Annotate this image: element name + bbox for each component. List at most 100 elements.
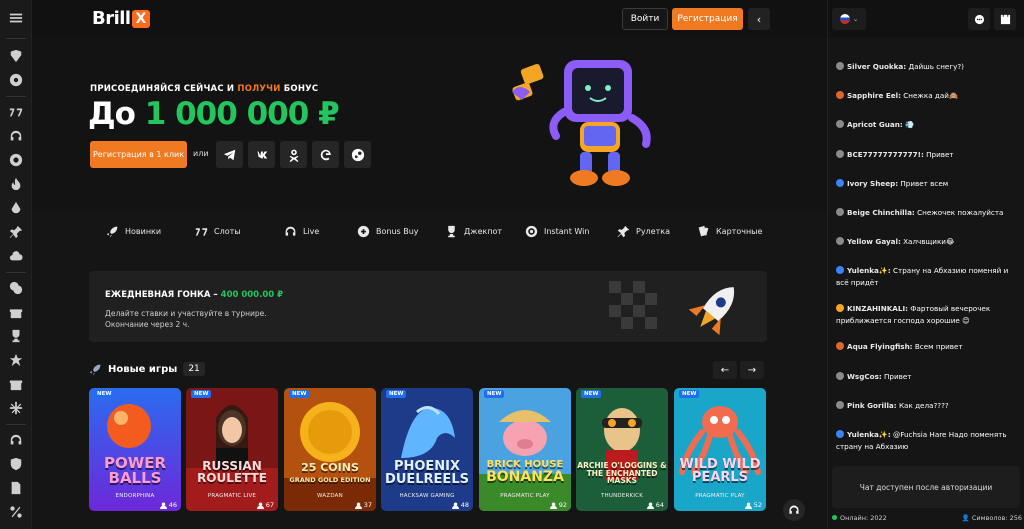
chevron-down-icon: ⌄ (852, 15, 859, 23)
chat-message: Yellow Gayal: Халчвщики😂 (836, 236, 1020, 248)
race-description: Делайте ставки и участвуйте в турнире. (105, 309, 267, 318)
game-card[interactable]: NEW 25 COINS GRAND GOLD EDITION WAZDAN 37 (284, 388, 376, 511)
chat-message: ВСЕ77777777777!: Привет (836, 149, 1020, 161)
russia-flag-icon (839, 14, 850, 24)
chat-message: Ivory Sheep: Привет всем (836, 178, 1020, 190)
race-ends: Окончание через 2 ч. (105, 320, 190, 329)
user-icon (256, 501, 264, 509)
avatar (836, 430, 844, 438)
category-bonus-buy[interactable]: Bonus Buy (357, 225, 419, 238)
headset-icon[interactable] (8, 128, 24, 144)
pin-icon[interactable] (8, 224, 24, 240)
avatar (836, 266, 844, 274)
google-icon[interactable] (312, 141, 339, 168)
chat-bubble-icon[interactable] (968, 8, 990, 30)
category-bar: Новинки Слоты Live Bonus Buy Джекпот Ins… (32, 212, 827, 252)
players-count: 64 (646, 501, 664, 509)
chat-auth-notice: Чат доступен после авторизации (832, 466, 1020, 508)
chat-message: Pink Gorilla: Как дела???? (836, 400, 1020, 412)
players-count: 46 (159, 501, 177, 509)
menu-icon[interactable] (8, 10, 24, 26)
trophy-icon (448, 225, 455, 238)
brand-logo[interactable]: Brill X (92, 8, 150, 29)
avatar (836, 150, 844, 158)
support-chat-button[interactable] (783, 499, 805, 521)
telegram-icon[interactable] (216, 141, 243, 168)
gift-icon[interactable] (8, 304, 24, 320)
user-icon (451, 501, 459, 509)
game-card[interactable]: NEW RUSSIAN ROULETTE PRAGMATIC LIVE 67 (186, 388, 278, 511)
coins-icon[interactable] (8, 280, 24, 296)
present-icon[interactable] (8, 376, 24, 392)
bonus-icon (357, 225, 370, 238)
category-new[interactable]: Новинки (106, 225, 161, 238)
vk-icon[interactable] (248, 141, 275, 168)
user-icon (744, 501, 752, 509)
user-icon (159, 501, 167, 509)
steam-icon[interactable] (344, 141, 371, 168)
or-label: или (193, 149, 209, 158)
avatar (836, 372, 844, 380)
carousel-next-button[interactable]: → (740, 361, 764, 379)
game-card[interactable]: NEW PHOENIX DUELREELS HACKSAW GAMING 48 (381, 388, 473, 511)
support-icon[interactable] (8, 432, 24, 448)
rocket-icon (89, 364, 101, 375)
trophy-icon[interactable] (8, 328, 24, 344)
shield-icon[interactable] (8, 456, 24, 472)
players-count: 48 (451, 501, 469, 509)
logo-text: Brill (92, 8, 131, 29)
avatar (836, 91, 844, 99)
players-count: 67 (256, 501, 274, 509)
players-count: 92 (549, 501, 567, 509)
user-icon (646, 501, 654, 509)
drop-icon[interactable] (8, 200, 24, 216)
login-button[interactable]: Войти (622, 8, 668, 30)
star-icon[interactable] (8, 352, 24, 368)
new-games-header: Новые игры 21 (89, 362, 205, 376)
players-count: 37 (354, 501, 372, 509)
game-card[interactable]: NEW POWER BALLS ENDORPHINA 46 (89, 388, 181, 511)
language-selector[interactable]: ⌄ (832, 8, 866, 30)
robot-mascot-illustration (512, 60, 651, 186)
daily-race-banner[interactable]: ЕЖЕДНЕВНАЯ ГОНКА – 400 000.00 ₽ Делайте … (89, 271, 767, 342)
category-live[interactable]: Live (284, 225, 319, 238)
chat-message: Apricot Guan: 💨 (836, 119, 1020, 131)
user-icon (354, 501, 362, 509)
soccer-icon[interactable] (8, 72, 24, 88)
category-instant-win[interactable]: Instant Win (525, 225, 589, 238)
one-click-register-button[interactable]: Регистрация в 1 клик (90, 141, 187, 168)
category-slots[interactable]: Слоты (195, 225, 241, 238)
category-jackpot[interactable]: Джекпот (445, 225, 502, 238)
user-icon (549, 501, 557, 509)
chevron-left-icon[interactable]: ‹ (748, 8, 770, 30)
new-games-title: Новые игры (108, 363, 178, 375)
avatar (836, 179, 844, 187)
snowflake-icon[interactable] (8, 400, 24, 416)
game-card[interactable]: NEW ARCHIE O'LOGGINS & THE ENCHANTED MASK… (576, 388, 668, 511)
target-icon[interactable] (8, 152, 24, 168)
sports-icon[interactable] (8, 48, 24, 64)
percent-icon[interactable] (8, 504, 24, 520)
chat-message: Yulenka✨: Страну на Абхазию поменяй и вс… (836, 266, 1009, 287)
category-cards[interactable]: Карточные (697, 225, 762, 238)
chat-message: Sapphire Eel: Снежка дай🙈 (836, 90, 1020, 102)
register-button[interactable]: Регистрация (672, 8, 743, 30)
avatar (836, 237, 844, 245)
left-rail (0, 0, 32, 529)
hero-banner: ПРИСОЕДИНЯЙСЯ СЕЙЧАС И ПОЛУЧИ БОНУС До 1… (32, 38, 827, 212)
carousel-prev-button[interactable]: ← (713, 361, 737, 379)
instant-icon (525, 225, 538, 238)
ok-icon[interactable] (280, 141, 307, 168)
fire-icon[interactable] (8, 176, 24, 192)
category-roulette[interactable]: Рулетка (617, 225, 670, 238)
avatar (836, 120, 844, 128)
castle-icon[interactable] (994, 8, 1016, 30)
chat-footer: Онлайн: 2022 👤 Символов: 256 (832, 514, 1022, 522)
game-card[interactable]: NEW WILD WILD PEARLS PRAGMATIC PLAY 52 (674, 388, 766, 511)
document-icon[interactable] (8, 480, 24, 496)
cloud-icon[interactable] (8, 248, 24, 264)
chat-panel: ⌄ Silver Quokka: Дайшь снегу?) Sapphire … (827, 0, 1024, 529)
symbols-count: 👤 Символов: 256 (961, 514, 1022, 522)
game-card[interactable]: NEW BRICK HOUSE BONANZA PRAGMATIC PLAY 92 (479, 388, 571, 511)
slots-icon[interactable] (8, 104, 24, 120)
